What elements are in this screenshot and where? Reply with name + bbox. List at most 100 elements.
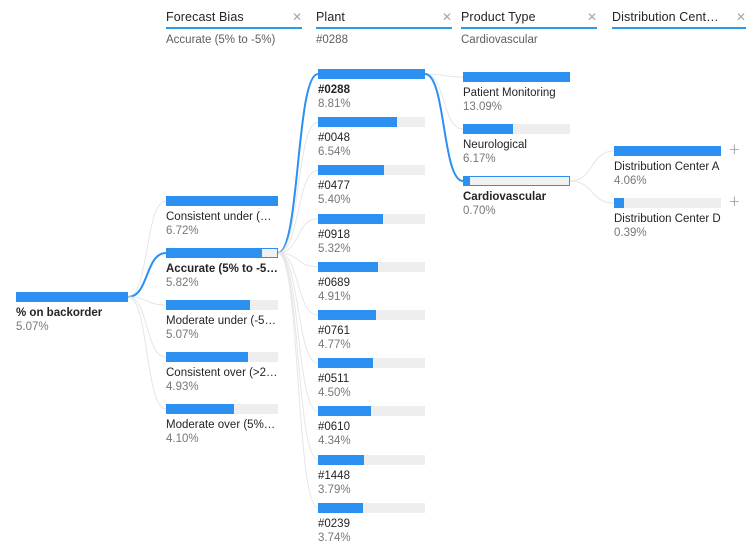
close-icon[interactable]: ✕ [438,11,452,23]
connector [277,252,319,316]
column-header-forecast-bias: Forecast Bias ✕ Accurate (5% to -5%) [166,8,302,47]
node-label: #0918 [318,228,350,241]
tree-node-plant-6[interactable]: #0761 4.77% [318,310,425,352]
connector [277,252,319,364]
value-bar-track [614,146,721,156]
header-row: Plant ✕ [316,8,452,25]
tree-node-forecast-bias-4[interactable]: Consistent over (>20%) 4.93% [166,352,278,394]
tree-node-product-type-1[interactable]: Patient Monitoring 13.09% [463,72,570,114]
connector [424,73,464,78]
tree-node-forecast-bias-3[interactable]: Moderate under (-5% … 5.07% [166,300,278,342]
value-bar-fill [318,165,384,176]
node-label: Distribution Center A [614,161,720,173]
node-value: 5.32% [318,242,351,255]
node-value: 6.72% [166,225,199,237]
close-icon[interactable]: ✕ [288,11,302,23]
node-label: Moderate over (5% to … [166,419,278,431]
connector [127,296,167,306]
column-header-title: Distribution Cent… [612,9,719,24]
tree-node-plant-4[interactable]: #0918 5.32% [318,213,425,256]
node-label: Neurological [463,139,527,151]
tree-node-plant-5[interactable]: #0689 4.91% [318,261,425,304]
value-bar-track [16,292,128,302]
tree-node-forecast-bias-5[interactable]: Moderate over (5% to … 4.10% [166,404,278,446]
tree-node-plant-1[interactable]: #0288 8.81% [318,69,425,111]
tree-node-distribution-center-1[interactable]: Distribution Center A 4.06% + [614,142,741,188]
connector [277,121,319,254]
value-bar-fill [318,358,373,369]
value-bar-track [318,69,425,79]
value-bar-track [166,248,278,258]
connector-highlighted [424,73,464,182]
node-label: Patient Monitoring [463,87,556,99]
tree-node-plant-8[interactable]: #0610 4.34% [318,406,425,448]
connector [277,252,319,509]
node-label: #0048 [318,132,350,145]
tree-node-product-type-3[interactable]: Cardiovascular 0.70% [463,176,570,218]
tree-node-forecast-bias-2[interactable]: Accurate (5% to -5%) 5.82% [166,248,278,290]
tree-node-product-type-2[interactable]: Neurological 6.17% [463,124,570,166]
column-header-selection [612,34,746,47]
node-value: 4.91% [318,290,351,303]
connector [127,296,167,358]
node-value: 0.39% [614,227,647,239]
header-row: Product Type ✕ [461,8,597,25]
value-bar-track [318,261,425,272]
value-bar-fill [614,198,625,208]
value-bar-track [318,310,425,320]
connector [277,252,319,268]
value-bar-track [166,404,278,414]
value-bar-fill [318,454,364,465]
value-bar-fill [614,146,721,156]
tree-node-plant-3[interactable]: #0477 5.40% [318,165,425,207]
node-label: #0610 [318,421,350,434]
connector [277,252,319,461]
value-bar-fill [318,406,371,417]
node-value: 3.79% [318,483,351,496]
header-row: Forecast Bias ✕ [166,8,302,25]
plus-icon[interactable]: + [728,194,741,209]
tree-node-plant-9[interactable]: #1448 3.79% [318,454,425,497]
value-bar-track [463,176,570,186]
tree-node-root[interactable]: % on backorder 5.07% [16,292,128,334]
value-bar-fill [166,404,235,414]
column-header-title: Plant [316,9,345,24]
connector [569,150,615,182]
node-value: 0.70% [463,205,496,217]
value-bar-track [463,124,570,134]
tree-node-distribution-center-2[interactable]: Distribution Center D 0.39% + [614,194,741,240]
node-value: 5.07% [166,329,199,341]
tree-node-forecast-bias-1[interactable]: Consistent under (<-2… 6.72% [166,196,278,238]
header-underline [612,27,746,29]
column-header-selection: #0288 [316,34,348,46]
value-bar-track [166,196,278,206]
node-value: 8.81% [318,98,351,110]
value-bar-track [318,358,425,369]
close-icon[interactable]: ✕ [732,11,746,23]
node-value: 4.06% [614,175,647,187]
column-header-title: Product Type [461,9,536,24]
node-label: Consistent over (>20%) [166,367,278,379]
value-bar-fill [319,70,424,78]
value-bar-fill [464,177,470,185]
connector [424,73,464,130]
close-icon[interactable]: ✕ [583,11,597,23]
tree-node-plant-7[interactable]: #0511 4.50% [318,358,425,400]
value-bar-fill [167,249,263,257]
node-value: 4.34% [318,435,351,448]
node-label: Consistent under (<-2… [166,211,278,223]
tree-node-plant-2[interactable]: #0048 6.54% [318,117,425,159]
value-bar-track [318,454,425,465]
connector [277,169,319,254]
connector [127,200,167,298]
plus-icon[interactable]: + [728,142,741,157]
node-label: #0288 [318,84,350,96]
header-underline [316,27,452,29]
tree-node-plant-10[interactable]: #0239 3.74% [318,502,425,545]
value-bar-track [463,72,570,82]
column-header-distribution-center: Distribution Cent… ✕ [612,8,746,47]
node-value: 13.09% [463,101,503,113]
value-bar-fill [318,261,378,272]
value-bar-fill [318,310,376,320]
node-value: 5.07% [16,321,49,333]
